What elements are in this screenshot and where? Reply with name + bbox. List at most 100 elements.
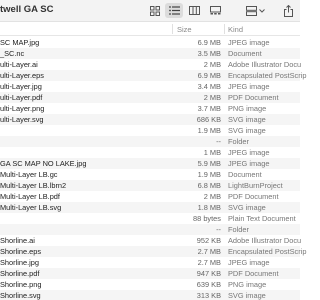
file-kind: PDF Document — [228, 269, 279, 278]
file-row[interactable]: Multi-Layer LB.lbrn2 6.8 MB LightBurnProje… — [0, 180, 300, 191]
file-name: ulti-Layer.pdf — [0, 93, 43, 102]
file-size: 1.9 MB — [197, 170, 221, 179]
file-size: 2 MB — [203, 192, 221, 201]
kind-column-header[interactable]: Kind — [228, 25, 243, 34]
file-kind: SVG image — [228, 115, 266, 124]
file-size: 1.9 MB — [197, 126, 221, 135]
file-size: 6.8 MB — [197, 181, 221, 190]
file-list: SC MAP.jpg 6.9 MB JPEG image _SC.nc 3.5 MB Do… — [0, 37, 306, 300]
file-size: 5.9 MB — [197, 159, 221, 168]
file-kind: Document — [228, 170, 262, 179]
file-row[interactable]: Shorline.png 639 KB PNG image — [0, 279, 300, 290]
share-button[interactable] — [280, 3, 296, 18]
file-kind: JPEG image — [228, 159, 270, 168]
file-name: SC MAP.jpg — [0, 38, 40, 47]
file-row[interactable]: Multi-Layer LB.pdf 2 MB PDF Document — [0, 191, 300, 202]
file-size: 639 KB — [196, 280, 221, 289]
file-size: 88 bytes — [193, 214, 221, 223]
file-row[interactable]: Shorline.ai 952 KB Adobe Illustrator Docu — [0, 235, 301, 246]
file-size: 952 KB — [196, 236, 221, 245]
file-name: Shorline.pdf — [0, 269, 40, 278]
file-size: 2.7 MB — [197, 247, 221, 256]
file-row[interactable]: Multi-Layer LB.svg 1.8 MB SVG image — [0, 202, 300, 213]
file-row[interactable]: ulti-Layer.ai 2 MB Adobe Illustrator Docu — [0, 59, 301, 70]
file-size: 1 MB — [203, 148, 221, 157]
file-name: ulti-Layer.ai — [0, 60, 38, 69]
file-name: _SC.nc — [0, 49, 25, 58]
file-kind: JPEG image — [228, 258, 270, 267]
column-divider[interactable] — [172, 24, 173, 34]
file-row[interactable]: ulti-Layer.pdf 2 MB PDF Document — [0, 92, 300, 103]
group-by-icon — [245, 5, 257, 16]
file-kind: Encapsulated PostScrip — [228, 71, 307, 80]
file-name: Shorline.png — [0, 280, 42, 289]
file-kind: Encapsulated PostScrip — [228, 247, 307, 256]
file-name: ulti-Layer.svg — [0, 115, 44, 124]
file-row[interactable]: _SC.nc 3.5 MB Document — [0, 48, 300, 59]
file-name: ulti-Layer.png — [0, 104, 45, 113]
column-view-button[interactable] — [186, 3, 202, 18]
file-row[interactable]: Shorline.pdf 947 KB PDF Document — [0, 268, 300, 279]
file-name: ulti-Layer.jpg — [0, 82, 42, 91]
file-row[interactable]: ulti-Layer.svg 686 KB SVG image — [0, 114, 300, 125]
size-column-header[interactable]: Size — [177, 25, 192, 34]
gallery-view-button[interactable] — [207, 3, 223, 18]
file-kind: SVG image — [228, 203, 266, 212]
file-size: 3.7 MB — [197, 104, 221, 113]
file-kind: PNG image — [228, 104, 267, 113]
file-size: -- — [216, 137, 221, 146]
window-title: twell GA SC — [0, 4, 54, 15]
icon-view-button[interactable] — [147, 3, 163, 18]
file-kind: Folder — [228, 225, 249, 234]
file-size: 686 KB — [196, 115, 221, 124]
file-size: 2 MB — [203, 60, 221, 69]
list-view-button[interactable] — [165, 3, 183, 18]
file-row[interactable]: 88 bytes Plain Text Document — [0, 213, 300, 224]
file-row[interactable]: Shorline.svg 313 KB SVG image — [0, 290, 300, 300]
file-kind: PDF Document — [228, 93, 279, 102]
file-row[interactable]: -- Folder — [0, 136, 300, 147]
file-kind: PDF Document — [228, 192, 279, 201]
file-kind: LightBurnProject — [228, 181, 283, 190]
file-row[interactable]: Shorline.eps 2.7 MB Encapsulated PostScrip — [0, 246, 306, 257]
file-row[interactable]: Multi-Layer LB.gc 1.9 MB Document — [0, 169, 300, 180]
file-name: Shorline.eps — [0, 247, 42, 256]
file-size: 1.8 MB — [197, 203, 221, 212]
file-name: Multi-Layer LB.svg — [0, 203, 62, 212]
gallery-view-icon — [209, 6, 221, 15]
file-row[interactable]: 1.9 MB SVG image — [0, 125, 300, 136]
file-size: -- — [216, 225, 221, 234]
file-row[interactable]: -- Folder — [0, 224, 300, 235]
file-row[interactable]: Shorline.jpg 2.7 MB JPEG image — [0, 257, 300, 268]
file-name: Multi-Layer LB.pdf — [0, 192, 60, 201]
column-header: Size Kind — [0, 22, 300, 36]
column-divider[interactable] — [224, 24, 225, 34]
file-name: GA SC MAP NO LAKE.jpg — [0, 159, 87, 168]
file-name: Shorline.jpg — [0, 258, 40, 267]
file-row[interactable]: SC MAP.jpg 6.9 MB JPEG image — [0, 37, 300, 48]
file-name: Multi-Layer LB.gc — [0, 170, 58, 179]
file-size: 2 MB — [203, 93, 221, 102]
file-name: Shorline.svg — [0, 291, 41, 300]
file-size: 313 KB — [196, 291, 221, 300]
file-kind: SVG image — [228, 291, 266, 300]
file-size: 6.9 MB — [197, 38, 221, 47]
column-view-icon — [188, 6, 200, 15]
file-row[interactable]: ulti-Layer.jpg 3.4 MB JPEG image — [0, 81, 300, 92]
file-kind: Folder — [228, 137, 249, 146]
file-row[interactable]: 1 MB JPEG image — [0, 147, 300, 158]
file-size: 3.5 MB — [197, 49, 221, 58]
group-by-button[interactable] — [243, 3, 267, 18]
file-kind: Plain Text Document — [228, 214, 296, 223]
icon-view-grid-icon — [150, 5, 160, 16]
file-kind: SVG image — [228, 126, 266, 135]
file-size: 3.4 MB — [197, 82, 221, 91]
chevron-down-icon — [258, 8, 265, 13]
file-kind: JPEG image — [228, 38, 270, 47]
file-size: 947 KB — [196, 269, 221, 278]
file-row[interactable]: ulti-Layer.png 3.7 MB PNG image — [0, 103, 300, 114]
file-name: ulti-Layer.eps — [0, 71, 44, 80]
file-row[interactable]: ulti-Layer.eps 6.9 MB Encapsulated PostScr… — [0, 70, 306, 81]
file-row[interactable]: GA SC MAP NO LAKE.jpg 5.9 MB JPEG image — [0, 158, 300, 169]
file-name: Shorline.ai — [0, 236, 35, 245]
